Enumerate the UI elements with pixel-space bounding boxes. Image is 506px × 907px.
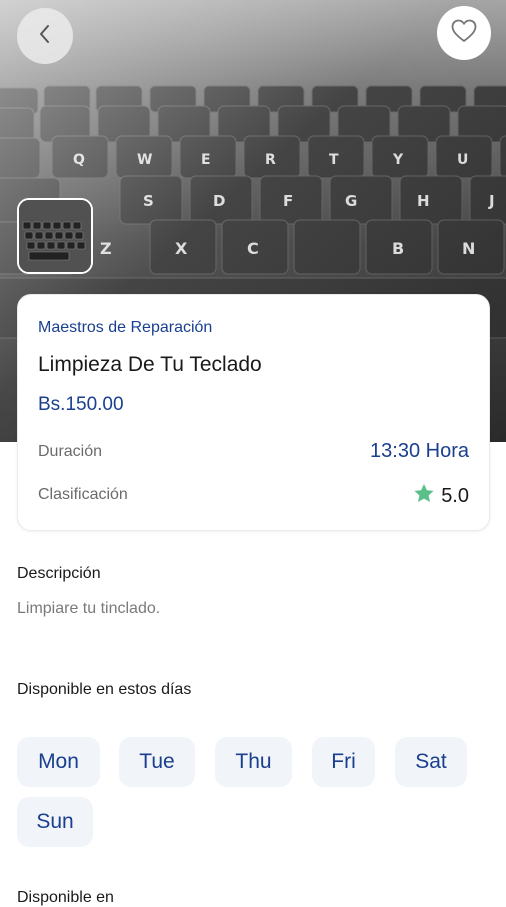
rating-label: Clasificación: [38, 486, 128, 503]
service-title: Limpieza De Tu Teclado: [38, 353, 262, 376]
availability-location-heading: Disponible en: [17, 889, 114, 906]
thumbnail-keyboard-image: [19, 200, 91, 272]
description-heading: Descripción: [17, 565, 101, 582]
day-chip-tue[interactable]: Tue: [119, 737, 195, 787]
rating-value: 5.0: [441, 485, 469, 507]
service-info-card: Maestros de Reparación Limpieza De Tu Te…: [17, 294, 490, 531]
day-chip-sat[interactable]: Sat: [395, 737, 467, 787]
description-text: Limpiare tu tinclado.: [17, 600, 161, 617]
day-chip-sun[interactable]: Sun: [17, 797, 93, 847]
heart-outline-icon: [450, 18, 478, 49]
day-chip-fri[interactable]: Fri: [312, 737, 375, 787]
rating-display: 5.0: [413, 483, 469, 510]
provider-name[interactable]: Maestros de Reparación: [38, 319, 212, 337]
duration-value: 13:30 Hora: [370, 440, 469, 462]
duration-label: Duración: [38, 443, 103, 460]
favorite-button[interactable]: [437, 6, 491, 60]
star-icon: [413, 483, 435, 510]
day-chip-mon[interactable]: Mon: [17, 737, 100, 787]
availability-heading: Disponible en estos días: [17, 681, 192, 698]
service-price: Bs.150.00: [38, 394, 124, 415]
chevron-left-icon: [36, 23, 54, 50]
back-button[interactable]: [17, 8, 73, 64]
gallery-thumbnail[interactable]: [17, 198, 93, 274]
day-chip-thu[interactable]: Thu: [215, 737, 292, 787]
